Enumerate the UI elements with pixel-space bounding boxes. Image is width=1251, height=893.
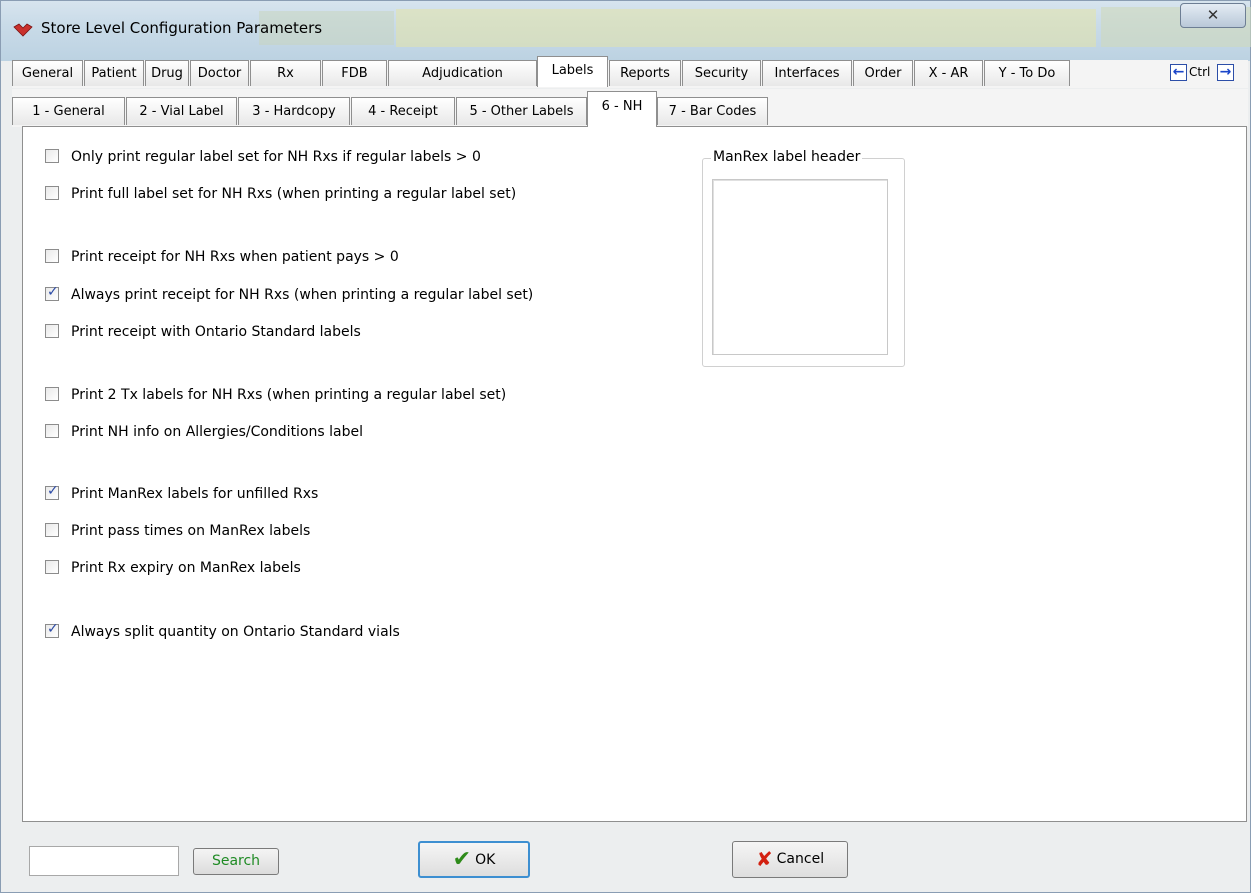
checkbox-checked[interactable] — [45, 483, 59, 500]
close-button[interactable]: ✕ — [1180, 3, 1246, 28]
tab-doctor[interactable]: Doctor — [190, 60, 249, 86]
option-label: Print receipt for NH Rxs when patient pa… — [71, 249, 399, 265]
tab-label: Adjudication — [422, 66, 503, 81]
arrow-right-icon[interactable]: → — [1217, 64, 1234, 81]
ok-button[interactable]: ✔ OK — [418, 841, 530, 878]
cancel-label: Cancel — [776, 851, 825, 867]
nh-options-panel: Only print regular label set for NH Rxs … — [22, 126, 1247, 822]
manrex-header-group: ManRex label header — [702, 149, 905, 367]
tab-fdb[interactable]: FDB — [322, 60, 387, 86]
tab-label: Interfaces — [774, 66, 840, 81]
checkbox[interactable] — [45, 560, 59, 574]
tab-label: X - AR — [928, 66, 969, 81]
cancel-button[interactable]: ✘ Cancel — [732, 841, 848, 878]
tab-general[interactable]: General — [12, 60, 83, 86]
ctrl-label: Ctrl — [1189, 65, 1211, 79]
subtab-nh[interactable]: 6 - NH — [587, 91, 657, 127]
option-label: Only print regular label set for NH Rxs … — [71, 149, 481, 165]
search-button[interactable]: Search — [193, 848, 279, 875]
option-label: Print Rx expiry on ManRex labels — [71, 560, 301, 576]
subtab-other-labels[interactable]: 5 - Other Labels — [456, 97, 587, 125]
tab-labels[interactable]: Labels — [537, 56, 608, 87]
option-label: Print ManRex labels for unfilled Rxs — [71, 486, 319, 502]
tab-adjudication[interactable]: Adjudication — [388, 60, 537, 86]
title-bar: Store Level Configuration Parameters ✕ — [1, 1, 1251, 61]
tab-label: FDB — [341, 66, 368, 81]
tab-reports[interactable]: Reports — [609, 60, 681, 86]
subtab-bar-codes[interactable]: 7 - Bar Codes — [657, 97, 768, 125]
subtab-general[interactable]: 1 - General — [12, 97, 125, 125]
checkbox-checked[interactable] — [45, 621, 59, 638]
tab-security[interactable]: Security — [682, 60, 761, 86]
option-label: Print NH info on Allergies/Conditions la… — [71, 424, 363, 440]
tab-rx[interactable]: Rx — [250, 60, 321, 86]
subtab-hardcopy[interactable]: 3 - Hardcopy — [238, 97, 350, 125]
checkbox[interactable] — [45, 387, 59, 401]
tab-label: Patient — [91, 66, 137, 81]
main-tab-strip: General Patient Drug Doctor Rx FDB Adjud… — [12, 56, 1248, 88]
tab-label: Doctor — [197, 66, 242, 81]
tab-label: 2 - Vial Label — [139, 104, 224, 119]
checkmark-icon: ✔ — [452, 847, 472, 872]
red-pill-icon — [13, 23, 33, 37]
tab-label: Rx — [277, 66, 294, 81]
window-title: Store Level Configuration Parameters — [41, 19, 323, 37]
tab-label: Order — [864, 66, 902, 81]
option-label: Print 2 Tx labels for NH Rxs (when print… — [71, 387, 507, 403]
config-window: Store Level Configuration Parameters ✕ G… — [0, 0, 1251, 893]
manrex-header-textbox[interactable] — [712, 179, 888, 355]
tab-label: Y - To Do — [998, 66, 1056, 81]
option-label: Print full label set for NH Rxs (when pr… — [71, 186, 517, 202]
close-icon: ✕ — [1206, 6, 1220, 24]
ok-label: OK — [475, 852, 496, 868]
subtab-vial-label[interactable]: 2 - Vial Label — [126, 97, 237, 125]
tab-label: 6 - NH — [601, 99, 643, 114]
tab-label: 5 - Other Labels — [469, 104, 574, 119]
option-label: Print receipt with Ontario Standard labe… — [71, 324, 361, 340]
manrex-header-legend: ManRex label header — [711, 149, 863, 165]
checkbox[interactable] — [45, 149, 59, 163]
tab-label: 7 - Bar Codes — [668, 104, 757, 119]
tab-label: Drug — [151, 66, 183, 81]
x-icon: ✘ — [755, 847, 773, 871]
tab-patient[interactable]: Patient — [84, 60, 144, 86]
tab-label: General — [21, 66, 74, 81]
search-button-label: Search — [211, 853, 261, 869]
tab-drug[interactable]: Drug — [145, 60, 189, 86]
tab-label: 4 - Receipt — [368, 104, 438, 119]
checkbox[interactable] — [45, 523, 59, 537]
checkbox[interactable] — [45, 249, 59, 263]
tab-interfaces[interactable]: Interfaces — [762, 60, 852, 86]
tab-order[interactable]: Order — [853, 60, 913, 86]
background-blur — [396, 9, 1096, 47]
option-label: Always split quantity on Ontario Standar… — [71, 624, 400, 640]
tab-y-to-do[interactable]: Y - To Do — [984, 60, 1070, 86]
arrow-left-icon[interactable]: ← — [1170, 64, 1187, 81]
option-label: Always print receipt for NH Rxs (when pr… — [71, 287, 534, 303]
checkbox[interactable] — [45, 424, 59, 438]
checkbox-checked[interactable] — [45, 284, 59, 301]
tab-label: Security — [694, 66, 749, 81]
tab-label: 1 - General — [32, 104, 105, 119]
search-input[interactable] — [29, 846, 179, 876]
tab-label: 3 - Hardcopy — [252, 104, 336, 119]
option-label: Print pass times on ManRex labels — [71, 523, 311, 539]
sub-tab-strip: 1 - General 2 - Vial Label 3 - Hardcopy … — [12, 89, 1248, 127]
tab-label: Labels — [551, 63, 594, 78]
checkbox[interactable] — [45, 324, 59, 338]
subtab-receipt[interactable]: 4 - Receipt — [351, 97, 455, 125]
tab-label: Reports — [620, 66, 670, 81]
checkbox[interactable] — [45, 186, 59, 200]
tab-x-ar[interactable]: X - AR — [914, 60, 983, 86]
